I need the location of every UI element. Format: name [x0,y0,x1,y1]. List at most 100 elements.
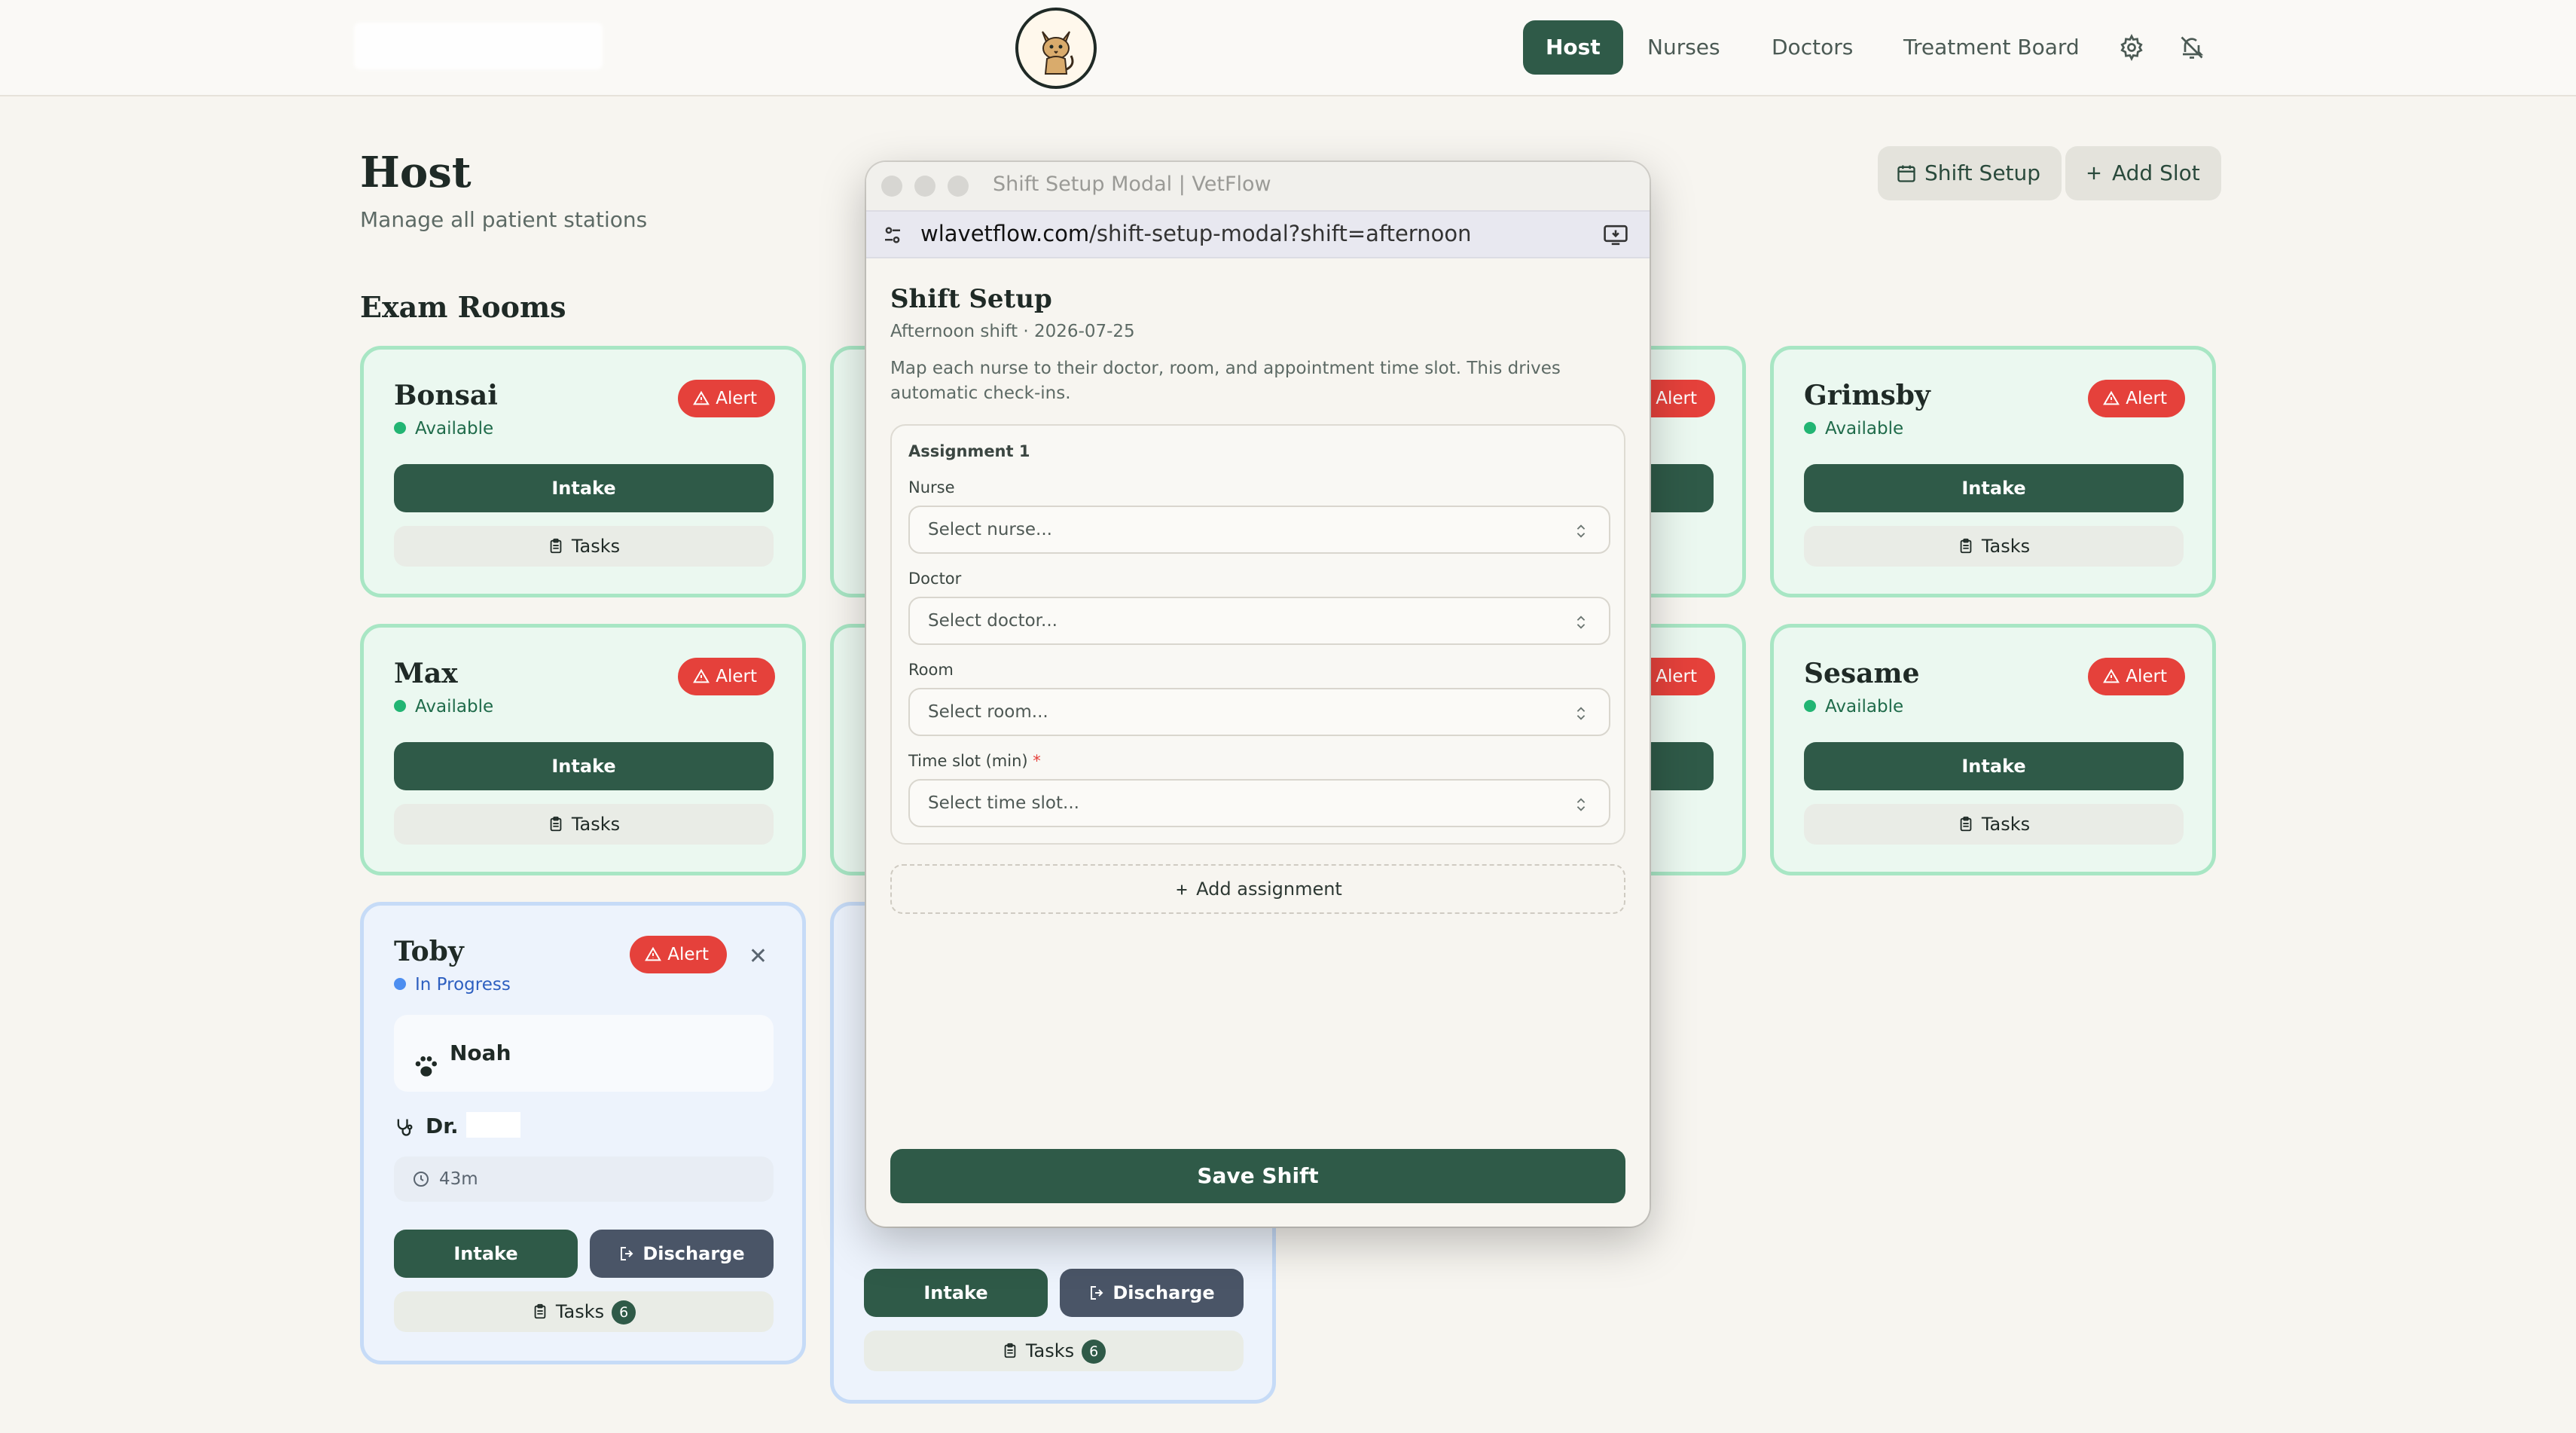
warning-icon [2103,668,2120,683]
tasks-button[interactable]: Tasks [394,804,774,845]
url-domain: wlavetflow.com [920,221,1090,246]
doctor-label: Doctor [908,570,962,588]
tasks-label: Tasks [571,536,621,557]
logout-icon [621,1247,633,1260]
window-minimize-button[interactable] [914,176,935,197]
tasks-button[interactable]: Tasks [394,526,774,567]
nurse-select-placeholder: Select nurse... [928,520,1052,539]
add-slot-label: Add Slot [2112,160,2200,185]
status-dot [1804,700,1816,712]
intake-button[interactable]: Intake [1804,742,2184,790]
nav-doctors[interactable]: Doctors [1749,20,1876,75]
window-close-button[interactable] [881,176,902,197]
close-icon[interactable]: ✕ [749,943,768,970]
card-name: Toby [394,936,464,967]
clipboard-icon [548,528,564,569]
address-bar[interactable]: wlavetflow.com/shift-setup-modal?shift=a… [866,210,1650,258]
clipboard-icon [548,806,564,847]
assignment-title: Assignment 1 [908,442,1030,460]
save-shift-button[interactable]: Save Shift [890,1149,1625,1203]
intake-button[interactable]: Intake [864,1269,1048,1317]
intake-button[interactable]: Intake [1804,464,2184,512]
intake-button[interactable]: Intake [394,742,774,790]
bell-off-icon[interactable] [2178,34,2205,61]
nurse-select[interactable]: Select nurse... [908,506,1610,554]
time-slot-select-placeholder: Select time slot... [928,793,1079,813]
add-slot-button[interactable]: Add Slot [2065,146,2221,200]
status-dot [394,700,406,712]
status-text: Available [415,697,494,716]
room-select[interactable]: Select room... [908,688,1610,736]
time-slot-select[interactable]: Select time slot... [908,779,1610,827]
station-card-sesame: Sesame Available Alert Intake Tasks [1770,624,2216,875]
alert-button[interactable]: Alert [2088,380,2185,417]
alert-button[interactable]: Alert [630,936,727,973]
discharge-button[interactable]: Discharge [590,1230,774,1278]
required-marker: * [1033,752,1041,770]
tasks-label: Tasks [1981,536,2031,557]
nav-host[interactable]: Host [1523,20,1623,75]
discharge-label: Discharge [642,1243,745,1264]
patient-box: Noah [394,1015,774,1092]
status-text: Available [415,419,494,438]
task-count-badge: 6 [1082,1340,1106,1364]
cast-screen-icon[interactable] [1603,224,1628,246]
time-slot-label-text: Time slot (min) [908,752,1028,770]
alert-label: Alert [716,667,757,686]
alert-button[interactable]: Alert [2088,658,2185,695]
window-maximize-button[interactable] [948,176,969,197]
logout-icon [1091,1286,1103,1300]
site-settings-icon[interactable] [881,224,904,246]
shift-setup-button[interactable]: Shift Setup [1878,146,2062,200]
warning-icon [693,390,710,405]
clock-icon [414,1172,429,1187]
page-title: Host [360,148,472,197]
clipboard-icon [1002,1333,1018,1373]
tasks-button[interactable]: Tasks 6 [864,1331,1244,1371]
doctor-select-placeholder: Select doctor... [928,611,1058,631]
tasks-button[interactable]: Tasks [1804,526,2184,567]
tasks-label: Tasks [1025,1340,1075,1361]
patient-name: Noah [450,1040,511,1065]
tasks-button[interactable]: Tasks 6 [394,1291,774,1332]
status-label: Available [1804,697,1903,716]
alert-label: Alert [2126,389,2167,408]
status-dot [394,422,406,434]
discharge-button[interactable]: Discharge [1060,1269,1244,1317]
station-card-max: Max Available Alert Intake Tasks [360,624,806,875]
url-text: wlavetflow.com/shift-setup-modal?shift=a… [920,221,1471,246]
intake-button[interactable]: Intake [394,464,774,512]
nav-nurses[interactable]: Nurses [1625,20,1743,75]
calendar-icon [1897,165,1915,182]
modal-subtitle: Afternoon shift · 2026-07-25 [890,322,1135,341]
status-label: Available [394,697,493,716]
card-name: Max [394,658,458,689]
alert-button[interactable]: Alert [678,380,775,417]
status-text: In Progress [415,975,511,995]
warning-icon [645,946,662,961]
shift-setup-label: Shift Setup [1924,160,2041,185]
status-text: Available [1825,419,1904,438]
station-card-bonsai: Bonsai Available Alert Intake Tasks [360,346,806,597]
alert-button[interactable]: Alert [678,658,775,695]
shift-setup-modal-window: Shift Setup Modal | VetFlow wlavetflow.c… [866,162,1650,1227]
task-count-badge: 6 [612,1300,636,1325]
top-nav-bar: Host Nurses Doctors Treatment Board [0,0,2576,96]
gear-icon[interactable] [2118,33,2145,62]
status-label: Available [394,419,493,438]
doctor-select[interactable]: Select doctor... [908,597,1610,645]
modal-title: Shift Setup [890,284,1052,314]
status-dot [1804,422,1816,434]
stethoscope-icon [397,1119,413,1136]
chevron-up-down-icon [1576,707,1586,720]
paw-icon [411,1037,441,1114]
nav-treatment-board[interactable]: Treatment Board [1881,20,2102,75]
doctor-name-redacted [465,1112,520,1138]
tasks-label: Tasks [555,1301,605,1322]
add-assignment-button[interactable]: Add assignment [890,864,1625,914]
tasks-button[interactable]: Tasks [1804,804,2184,845]
intake-button[interactable]: Intake [394,1230,578,1278]
chevron-up-down-icon [1576,616,1586,629]
window-title-bar: Shift Setup Modal | VetFlow [866,162,1650,210]
clipboard-icon [1958,806,1974,847]
